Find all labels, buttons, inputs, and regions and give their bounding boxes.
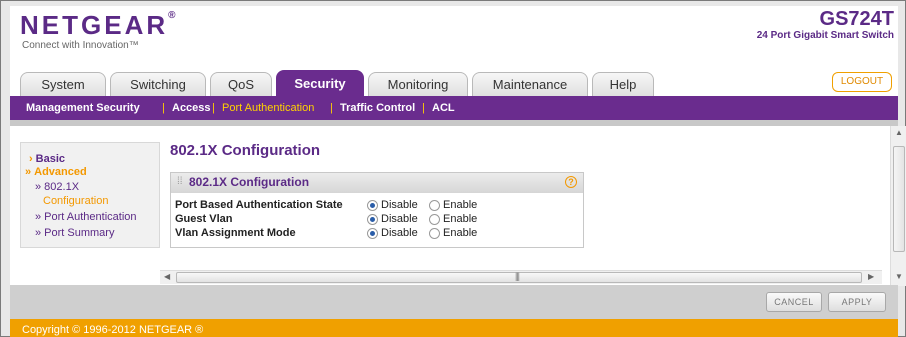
model-description: 24 Port Gigabit Smart Switch (756, 30, 894, 41)
sidebar-item-port-summary[interactable]: » Port Summary (35, 227, 114, 239)
header: NETGEAR® Connect with Innovation™ GS724T… (10, 6, 898, 68)
panel-header: ⁞⁞ 802.1X Configuration ? (171, 173, 583, 193)
scroll-down-icon[interactable]: ▼ (895, 272, 903, 281)
tab-security[interactable]: Security (276, 70, 364, 96)
scroll-left-icon[interactable]: ◀ (164, 272, 170, 281)
row-label: Vlan Assignment Mode (175, 227, 296, 239)
sidebar-item-basic[interactable]: › Basic (29, 153, 65, 165)
tab-help[interactable]: Help (592, 72, 654, 96)
horizontal-scrollbar[interactable]: ◀ ||| ▶ (160, 270, 882, 284)
sub-navigation: Management Security | Access | Port Auth… (10, 96, 898, 120)
sidebar-item-8021x[interactable]: » 802.1X (35, 181, 79, 193)
radio-label: Disable (381, 213, 418, 225)
drag-handle-icon: ⁞⁞ (177, 176, 183, 187)
chevron-down-icon: » (25, 166, 32, 178)
radio-label: Disable (381, 199, 418, 211)
sidebar: › Basic » Advanced » 802.1X Configuration … (20, 142, 160, 248)
copyright: Copyright © 1996-2012 NETGEAR ® (10, 319, 898, 337)
radio-label: Enable (443, 213, 478, 225)
tab-system[interactable]: System (20, 72, 106, 96)
page-title: 802.1X Configuration (170, 142, 321, 159)
radio-enable[interactable] (429, 200, 440, 211)
subnav-acl[interactable]: ACL (432, 96, 455, 120)
grip-icon: ||| (515, 271, 520, 281)
subnav-traffic-control[interactable]: Traffic Control (340, 96, 415, 120)
action-bar: CANCEL APPLY (10, 285, 898, 319)
radio-enable[interactable] (429, 214, 440, 225)
cancel-button[interactable]: CANCEL (766, 292, 822, 312)
scroll-up-icon[interactable]: ▲ (895, 128, 903, 137)
subnav-access[interactable]: Access (172, 96, 211, 120)
row-label: Guest Vlan (175, 213, 233, 225)
content-area: › Basic » Advanced » 802.1X Configuration … (10, 120, 906, 286)
radio-label: Enable (443, 227, 478, 239)
sidebar-item-advanced[interactable]: » Advanced (25, 166, 87, 178)
chevron-right-icon: › (29, 153, 33, 165)
radio-label: Disable (381, 227, 418, 239)
apply-button[interactable]: APPLY (828, 292, 886, 312)
subnav-separator: | (422, 102, 425, 114)
subnav-separator: | (212, 102, 215, 114)
radio-disable[interactable] (367, 200, 378, 211)
subnav-management-security[interactable]: Management Security (26, 96, 140, 120)
row-label: Port Based Authentication State (175, 199, 343, 211)
radio-disable[interactable] (367, 228, 378, 239)
subnav-port-authentication[interactable]: Port Authentication (222, 96, 314, 120)
sidebar-item-port-authentication[interactable]: » Port Authentication (35, 211, 137, 223)
sidebar-item-8021x-configuration[interactable]: Configuration (43, 195, 108, 207)
subnav-separator: | (330, 102, 333, 114)
panel-title: 802.1X Configuration (189, 175, 310, 189)
main-tabs: System Switching QoS Security Monitoring… (10, 68, 898, 96)
radio-enable[interactable] (429, 228, 440, 239)
logout-button[interactable]: LOGOUT (832, 72, 892, 92)
radio-label: Enable (443, 199, 478, 211)
subnav-separator: | (162, 102, 165, 114)
horizontal-scroll-thumb[interactable]: ||| (176, 271, 862, 283)
netgear-logo: NETGEAR® (20, 10, 176, 40)
vertical-scroll-thumb[interactable] (893, 146, 905, 252)
model-name: GS724T (819, 8, 894, 30)
tab-monitoring[interactable]: Monitoring (368, 72, 468, 96)
vertical-scrollbar[interactable]: ▲ ▼ (890, 126, 906, 286)
radio-disable[interactable] (367, 214, 378, 225)
tagline: Connect with Innovation™ (22, 40, 139, 51)
config-panel: ⁞⁞ 802.1X Configuration ? Port Based Aut… (170, 172, 584, 248)
scroll-right-icon[interactable]: ▶ (868, 272, 874, 281)
help-icon[interactable]: ? (565, 176, 577, 188)
tab-maintenance[interactable]: Maintenance (472, 72, 588, 96)
tab-switching[interactable]: Switching (110, 72, 206, 96)
tab-qos[interactable]: QoS (210, 72, 272, 96)
